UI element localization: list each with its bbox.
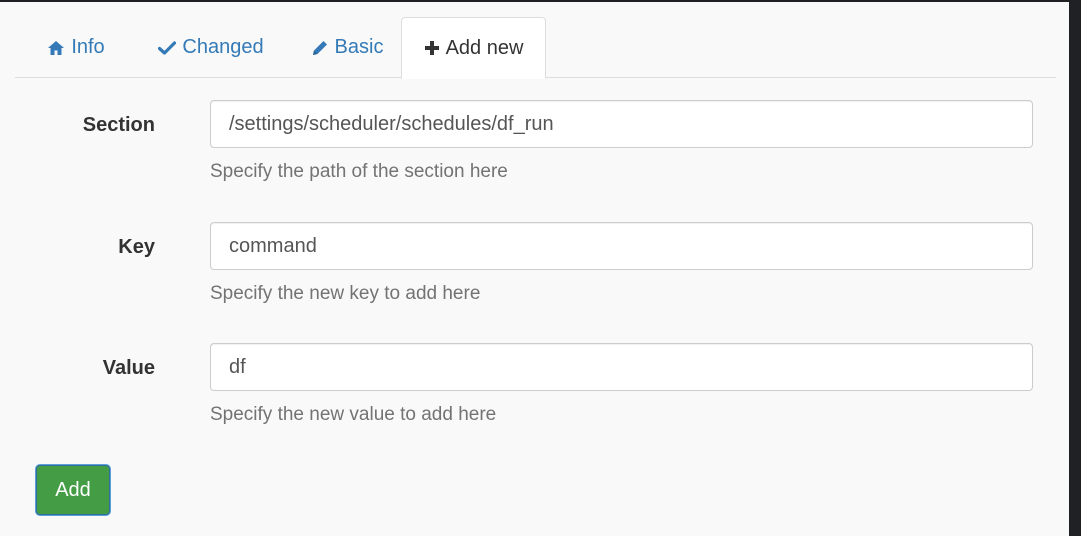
key-input[interactable] — [210, 222, 1033, 270]
section-help-text: Specify the path of the section here — [210, 161, 508, 182]
app-panel: Info Changed Basic Add new Section Speci… — [0, 0, 1069, 536]
tab-label: Add new — [445, 36, 524, 59]
tab-info[interactable]: Info — [25, 17, 127, 78]
tab-label: Info — [71, 36, 105, 58]
tab-add-new[interactable]: Add new — [401, 17, 546, 79]
section-input[interactable] — [210, 100, 1033, 148]
value-help-text: Specify the new value to add here — [210, 404, 497, 425]
tab-bar: Info Changed Basic Add new — [15, 17, 1056, 79]
key-help-text: Specify the new key to add here — [210, 283, 481, 304]
tab-changed[interactable]: Changed — [137, 17, 285, 78]
tab-label: Basic — [334, 36, 384, 58]
section-label: Section — [82, 114, 155, 136]
value-input[interactable] — [210, 343, 1033, 391]
add-button[interactable]: Add — [36, 465, 110, 515]
check-icon — [158, 40, 177, 55]
tab-label: Changed — [182, 36, 264, 58]
pencil-icon — [311, 39, 329, 57]
key-label: Key — [118, 236, 155, 258]
plus-icon — [424, 40, 440, 56]
home-icon — [47, 40, 65, 56]
value-label: Value — [102, 357, 155, 379]
tab-basic[interactable]: Basic — [295, 17, 399, 78]
